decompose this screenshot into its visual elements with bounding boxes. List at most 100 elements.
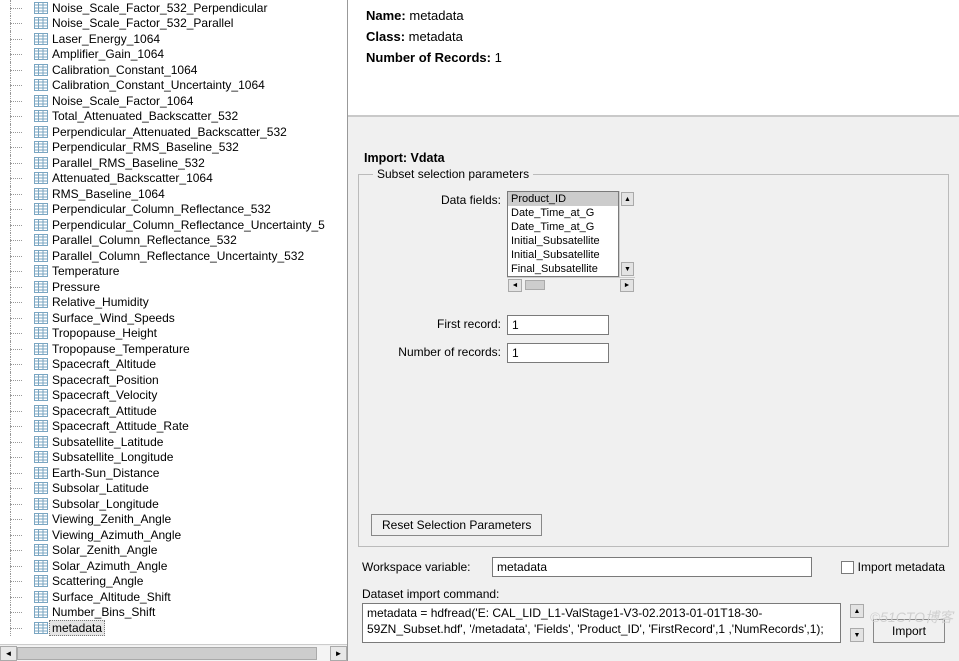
tree-item[interactable]: Tropopause_Height bbox=[4, 326, 347, 342]
tree-item-label: Noise_Scale_Factor_532_Parallel bbox=[52, 16, 233, 30]
dataset-icon bbox=[34, 591, 48, 603]
tree-body[interactable]: Noise_Scale_Factor_532_PerpendicularNois… bbox=[0, 0, 347, 644]
tree-item[interactable]: Amplifier_Gain_1064 bbox=[4, 47, 347, 63]
dataset-icon bbox=[34, 575, 48, 587]
tree-item[interactable]: Spacecraft_Velocity bbox=[4, 388, 347, 404]
scroll-thumb[interactable] bbox=[525, 280, 545, 290]
tree-item[interactable]: Spacecraft_Attitude_Rate bbox=[4, 419, 347, 435]
tree-item[interactable]: Subsatellite_Latitude bbox=[4, 434, 347, 450]
dataset-icon bbox=[34, 17, 48, 29]
data-fields-listbox[interactable]: Product_IDDate_Time_at_GDate_Time_at_GIn… bbox=[507, 191, 619, 277]
tree-item[interactable]: Noise_Scale_Factor_532_Perpendicular bbox=[4, 0, 347, 16]
scroll-right-icon[interactable]: ► bbox=[620, 279, 634, 292]
tree-item[interactable]: RMS_Baseline_1064 bbox=[4, 186, 347, 202]
tree-h-scrollbar[interactable]: ◄ ► bbox=[0, 644, 347, 661]
dataset-icon bbox=[34, 95, 48, 107]
listbox-h-scrollbar[interactable]: ◄ ► bbox=[507, 277, 635, 293]
subset-legend: Subset selection parameters bbox=[373, 167, 533, 181]
scroll-thumb[interactable] bbox=[17, 647, 317, 660]
dataset-icon bbox=[34, 234, 48, 246]
command-scrollbar[interactable]: ▲ ▼ bbox=[849, 603, 865, 643]
scroll-up-icon[interactable]: ▲ bbox=[850, 604, 864, 618]
listbox-item[interactable]: Initial_Subsatellite bbox=[508, 234, 618, 248]
dataset-icon bbox=[34, 110, 48, 122]
tree-item[interactable]: metadata bbox=[4, 620, 347, 636]
tree-item[interactable]: Parallel_Column_Reflectance_532 bbox=[4, 233, 347, 249]
dataset-icon bbox=[34, 33, 48, 45]
scroll-track[interactable] bbox=[17, 646, 330, 661]
dataset-icon bbox=[34, 544, 48, 556]
tree-item[interactable]: Parallel_RMS_Baseline_532 bbox=[4, 155, 347, 171]
scroll-down-icon[interactable]: ▼ bbox=[850, 628, 864, 642]
tree-item[interactable]: Calibration_Constant_Uncertainty_1064 bbox=[4, 78, 347, 94]
reset-button[interactable]: Reset Selection Parameters bbox=[371, 514, 542, 536]
import-button[interactable]: Import bbox=[873, 619, 945, 643]
tree-item[interactable]: Laser_Energy_1064 bbox=[4, 31, 347, 47]
tree-item[interactable]: Noise_Scale_Factor_1064 bbox=[4, 93, 347, 109]
import-metadata-checkbox[interactable] bbox=[841, 561, 854, 574]
scroll-down-icon[interactable]: ▼ bbox=[621, 262, 634, 276]
listbox-v-scrollbar[interactable]: ▲ ▼ bbox=[619, 191, 635, 277]
command-textbox[interactable]: metadata = hdfread('E: CAL_LID_L1-ValSta… bbox=[362, 603, 841, 643]
tree-item[interactable]: Scattering_Angle bbox=[4, 574, 347, 590]
tree-item[interactable]: Perpendicular_Column_Reflectance_532 bbox=[4, 202, 347, 218]
scroll-right-button[interactable]: ► bbox=[330, 646, 347, 661]
tree-item[interactable]: Subsolar_Latitude bbox=[4, 481, 347, 497]
scroll-left-button[interactable]: ◄ bbox=[0, 646, 17, 661]
tree-item-label: Scattering_Angle bbox=[52, 574, 143, 588]
tree-item-label: Parallel_Column_Reflectance_Uncertainty_… bbox=[52, 249, 304, 263]
dataset-icon bbox=[34, 2, 48, 14]
tree-item[interactable]: Solar_Zenith_Angle bbox=[4, 543, 347, 559]
tree-item[interactable]: Viewing_Zenith_Angle bbox=[4, 512, 347, 528]
first-record-input[interactable] bbox=[507, 315, 609, 335]
listbox-item[interactable]: Date_Time_at_G bbox=[508, 206, 618, 220]
tree-item[interactable]: Perpendicular_Column_Reflectance_Uncerta… bbox=[4, 217, 347, 233]
tree-item-label: RMS_Baseline_1064 bbox=[52, 187, 165, 201]
tree-item[interactable]: Spacecraft_Altitude bbox=[4, 357, 347, 373]
dataset-icon bbox=[34, 203, 48, 215]
tree-item[interactable]: Viewing_Azimuth_Angle bbox=[4, 527, 347, 543]
tree-item[interactable]: Tropopause_Temperature bbox=[4, 341, 347, 357]
tree-item-label: Calibration_Constant_Uncertainty_1064 bbox=[52, 78, 265, 92]
scroll-up-icon[interactable]: ▲ bbox=[621, 192, 634, 206]
tree-item[interactable]: Parallel_Column_Reflectance_Uncertainty_… bbox=[4, 248, 347, 264]
tree-item[interactable]: Perpendicular_RMS_Baseline_532 bbox=[4, 140, 347, 156]
tree-item[interactable]: Spacecraft_Attitude bbox=[4, 403, 347, 419]
dataset-icon bbox=[34, 141, 48, 153]
tree-item[interactable]: Solar_Azimuth_Angle bbox=[4, 558, 347, 574]
tree-item[interactable]: Noise_Scale_Factor_532_Parallel bbox=[4, 16, 347, 32]
tree-item[interactable]: Number_Bins_Shift bbox=[4, 605, 347, 621]
tree-item-label: Earth-Sun_Distance bbox=[52, 466, 159, 480]
tree-item[interactable]: Attenuated_Backscatter_1064 bbox=[4, 171, 347, 187]
tree-item[interactable]: Earth-Sun_Distance bbox=[4, 465, 347, 481]
subset-fieldset: Subset selection parameters Data fields:… bbox=[358, 167, 949, 547]
tree-item[interactable]: Total_Attenuated_Backscatter_532 bbox=[4, 109, 347, 125]
dataset-icon bbox=[34, 281, 48, 293]
dataset-icon bbox=[34, 606, 48, 618]
num-records-input[interactable] bbox=[507, 343, 609, 363]
tree-item-label: Relative_Humidity bbox=[52, 295, 149, 309]
scroll-left-icon[interactable]: ◄ bbox=[508, 279, 522, 292]
tree-item-label: Calibration_Constant_1064 bbox=[52, 63, 197, 77]
listbox-item[interactable]: Final_Subsatellite bbox=[508, 262, 618, 276]
tree-item[interactable]: Subsatellite_Longitude bbox=[4, 450, 347, 466]
tree-item[interactable]: Calibration_Constant_1064 bbox=[4, 62, 347, 78]
tree-item[interactable]: Perpendicular_Attenuated_Backscatter_532 bbox=[4, 124, 347, 140]
listbox-item[interactable]: Date_Time_at_G bbox=[508, 220, 618, 234]
dataset-icon bbox=[34, 529, 48, 541]
listbox-item[interactable]: Initial_Subsatellite bbox=[508, 248, 618, 262]
tree-item-label: Attenuated_Backscatter_1064 bbox=[52, 171, 213, 185]
tree-item[interactable]: Relative_Humidity bbox=[4, 295, 347, 311]
tree-item[interactable]: Temperature bbox=[4, 264, 347, 280]
tree-item[interactable]: Surface_Wind_Speeds bbox=[4, 310, 347, 326]
tree-item[interactable]: Spacecraft_Position bbox=[4, 372, 347, 388]
tree-item[interactable]: Pressure bbox=[4, 279, 347, 295]
workspace-var-input[interactable] bbox=[492, 557, 812, 577]
tree-item[interactable]: Subsolar_Longitude bbox=[4, 496, 347, 512]
import-metadata-checkbox-wrap[interactable]: Import metadata bbox=[841, 560, 945, 574]
tree-item[interactable]: Surface_Altitude_Shift bbox=[4, 589, 347, 605]
tree-item-label: Number_Bins_Shift bbox=[52, 605, 155, 619]
command-label: Dataset import command: bbox=[362, 587, 945, 601]
listbox-item[interactable]: Product_ID bbox=[508, 192, 618, 206]
data-fields-listbox-wrap: Product_IDDate_Time_at_GDate_Time_at_GIn… bbox=[507, 191, 635, 293]
